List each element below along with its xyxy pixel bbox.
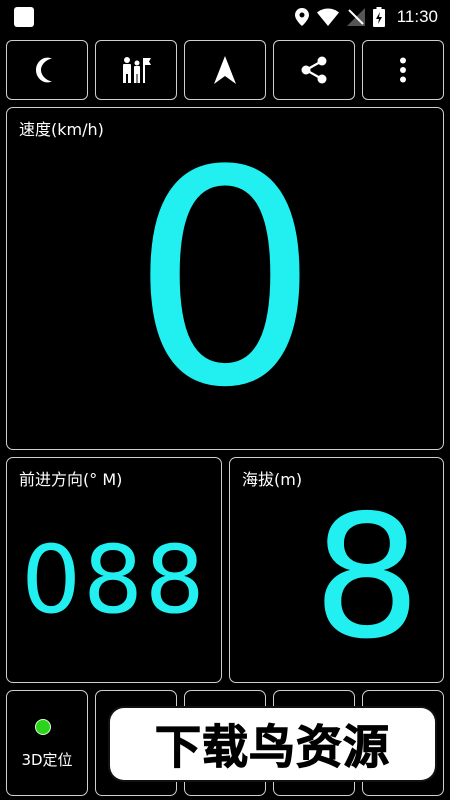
status-icons: 11:30 <box>294 6 438 28</box>
more-options-button[interactable] <box>362 40 444 100</box>
app-notification-icon <box>14 7 34 27</box>
heading-value: 088 <box>21 526 207 635</box>
gps-fix-panel[interactable]: 3D定位 <box>6 690 88 796</box>
status-bar: 11:30 <box>0 0 450 34</box>
battery-charging-icon <box>372 7 385 27</box>
navigate-button[interactable] <box>184 40 266 100</box>
gps-status-dot <box>35 719 51 735</box>
no-signal-icon <box>346 8 365 26</box>
status-time: 11:30 <box>396 7 438 26</box>
share-icon <box>301 56 327 84</box>
heading-label: 前进方向(° M) <box>19 470 123 489</box>
watermark-overlay: 下载鸟资源 <box>110 708 435 780</box>
heading-panel: 前进方向(° M) 088 <box>6 457 222 683</box>
moon-icon <box>36 57 52 83</box>
people-flag-icon <box>123 57 151 83</box>
share-button[interactable] <box>273 40 355 100</box>
speed-value: 0 <box>130 107 320 452</box>
altitude-label: 海拔(m) <box>242 470 303 489</box>
gps-fix-label: 3D定位 <box>21 751 73 769</box>
speed-panel: 速度(km/h) 0 <box>6 107 444 450</box>
night-mode-button[interactable] <box>6 40 88 100</box>
altitude-value: 8 <box>312 479 421 677</box>
navigation-arrow-icon <box>214 56 236 84</box>
altitude-panel: 海拔(m) 8 <box>229 457 444 683</box>
location-icon <box>294 8 309 26</box>
wifi-icon <box>316 8 339 26</box>
hud-people-button[interactable] <box>95 40 177 100</box>
more-vert-icon <box>400 57 406 83</box>
